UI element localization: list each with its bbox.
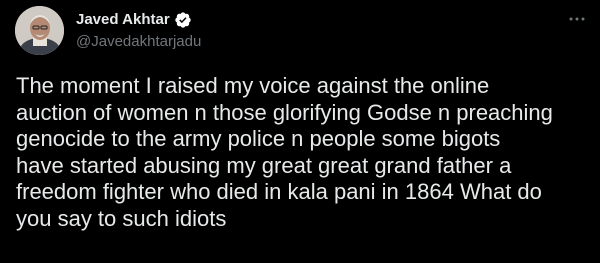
avatar-image xyxy=(15,6,64,55)
verified-badge-icon xyxy=(174,11,192,29)
name-row: Javed Akhtar xyxy=(76,10,201,30)
tweet-header: Javed Akhtar @Javedakhtarjadu xyxy=(76,10,201,52)
author-display-name[interactable]: Javed Akhtar xyxy=(76,10,170,30)
avatar[interactable] xyxy=(15,6,64,55)
author-handle[interactable]: @Javedakhtarjadu xyxy=(76,32,201,52)
tweet-text: The moment I raised my voice against the… xyxy=(16,73,553,231)
more-options-icon[interactable] xyxy=(566,12,588,26)
tweet-card: Javed Akhtar @Javedakhtarjadu The moment… xyxy=(0,0,600,263)
